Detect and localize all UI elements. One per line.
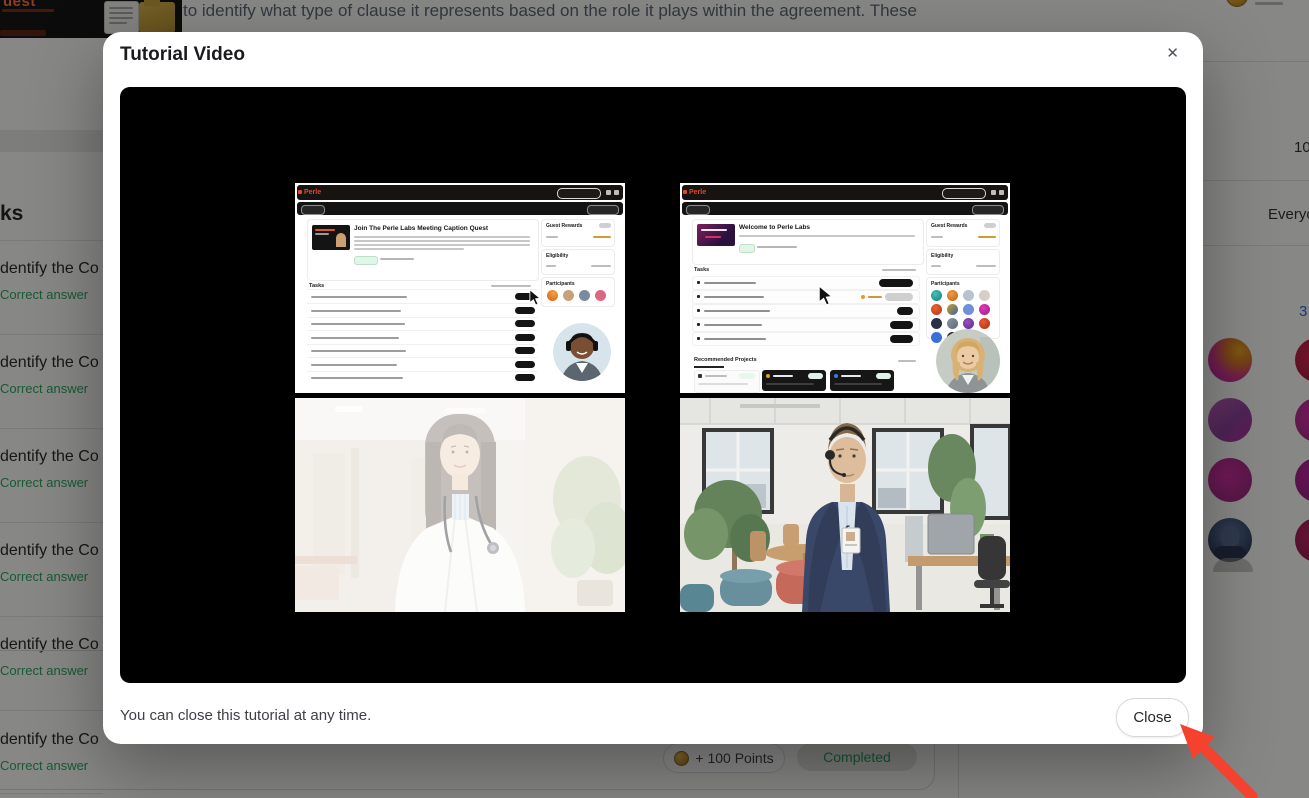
- mini-quest-title: Join The Perle Labs Meeting Caption Ques…: [354, 225, 488, 232]
- close-icon[interactable]: ✕: [1162, 40, 1183, 66]
- video-tile-doctor-camera: [295, 398, 625, 612]
- perle-logo: Perle: [304, 189, 321, 196]
- mini-project-card: [830, 370, 894, 391]
- mini-task-button: [515, 307, 535, 314]
- video-tile-presenter-camera: [680, 398, 1010, 612]
- perle-logo: Perle: [689, 189, 706, 196]
- mini-task-button: [885, 293, 913, 301]
- pointer-arrow: [1158, 706, 1262, 798]
- mini-task-row: [692, 332, 920, 346]
- mini-quest-card: Join The Perle Labs Meeting Caption Ques…: [307, 219, 539, 281]
- mini-task-button: [515, 361, 535, 368]
- mini-navbar: Perle: [297, 185, 623, 200]
- mini-task-button: [890, 335, 913, 343]
- mini-task-button: [515, 320, 535, 327]
- mini-connect-button: [557, 188, 601, 199]
- mini-task-button: [515, 334, 535, 341]
- mini-icon: [991, 190, 996, 195]
- mini-back-button: [686, 205, 710, 215]
- mini-rewards-card: Guest Rewards: [541, 219, 615, 247]
- mini-quest-title: Welcome to Perle Labs: [739, 224, 810, 231]
- mini-task-button: [515, 374, 535, 381]
- mini-cursor: [818, 285, 832, 305]
- mini-participants-card: Participants: [541, 277, 615, 307]
- mini-quest-banner: [697, 224, 735, 246]
- mini-cursor: [529, 289, 540, 305]
- mini-eligibility-card: Eligibility: [541, 249, 615, 275]
- modal-footer-note: You can close this tutorial at any time.: [120, 707, 371, 724]
- mini-back-button: [301, 205, 325, 215]
- mini-task-row: [692, 290, 920, 304]
- mini-tasks-heading: Tasks: [694, 267, 709, 273]
- mini-eligibility-card: Eligibility: [926, 249, 1000, 275]
- mini-icon: [606, 190, 611, 195]
- video-tile-screenshare-2: Perle Welcome to Perle Labs: [680, 183, 1010, 393]
- mini-task-button: [515, 347, 535, 354]
- mini-task-button: [897, 307, 913, 315]
- perle-logo-icon: [683, 190, 687, 194]
- mini-presenter-avatar: [936, 329, 1000, 393]
- mini-action-button: [587, 205, 619, 215]
- mini-toolbar: [297, 202, 623, 215]
- mini-quest-banner: [312, 225, 350, 250]
- mini-recommended-heading: Recommended Projects: [694, 357, 757, 363]
- video-tile-screenshare-1: Perle Join The Perle Labs Meeting Capt: [295, 183, 625, 393]
- mini-project-card: [694, 370, 760, 393]
- mini-task-row: [692, 304, 920, 318]
- mini-task-button: [890, 321, 913, 329]
- mini-connect-button: [942, 188, 986, 199]
- mini-icon: [614, 190, 619, 195]
- mini-task-button: [879, 279, 913, 287]
- perle-logo-icon: [298, 190, 302, 194]
- mini-icon: [999, 190, 1004, 195]
- modal-title: Tutorial Video: [120, 44, 245, 66]
- mini-toolbar: [682, 202, 1008, 215]
- mini-rewards-card: Guest Rewards: [926, 219, 1000, 247]
- mini-project-card: [762, 370, 826, 391]
- mini-quest-card: Welcome to Perle Labs: [692, 219, 924, 265]
- video-player[interactable]: Perle Join The Perle Labs Meeting Capt: [120, 87, 1186, 683]
- mini-task-row: [692, 318, 920, 332]
- mini-task-row: [692, 276, 920, 290]
- mini-presenter-avatar: [553, 323, 611, 381]
- mini-navbar: Perle: [682, 185, 1008, 200]
- mini-status-badge: [739, 244, 755, 253]
- mini-status-badge: [354, 256, 378, 265]
- mini-action-button: [972, 205, 1004, 215]
- tutorial-video-modal: Tutorial Video ✕ Perle: [103, 32, 1203, 744]
- screen: uest to identify what type of clause it …: [0, 0, 1309, 798]
